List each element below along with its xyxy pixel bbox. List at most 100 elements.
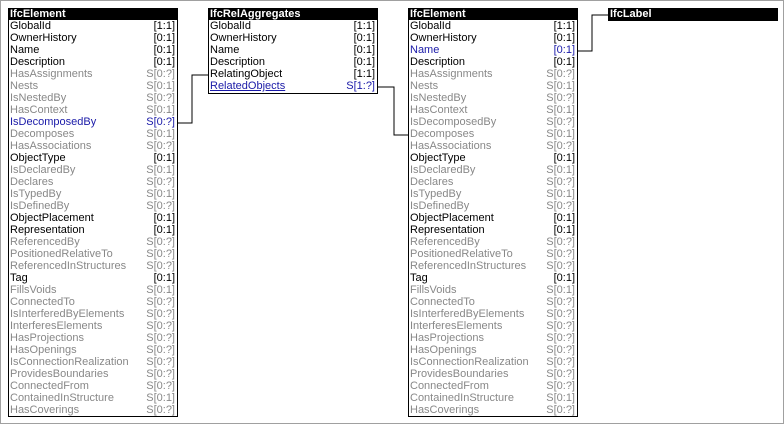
attribute-row-hasopenings[interactable]: HasOpenings S[0:?] — [409, 344, 577, 356]
attribute-row-interfereselements[interactable]: InterferesElements S[0:?] — [9, 320, 177, 332]
attribute-row-referencedinstructures[interactable]: ReferencedInStructures S[0:?] — [9, 260, 177, 272]
attribute-name: RelatingObject — [210, 68, 283, 80]
attribute-row-relatingobject[interactable]: RelatingObject [1:1] — [209, 68, 377, 80]
attribute-row-isdeclaredby[interactable]: IsDeclaredBy S[0:1] — [409, 164, 577, 176]
attribute-row-name[interactable]: Name [0:1] — [209, 44, 377, 56]
entity-title: IfcElement — [9, 9, 177, 20]
attribute-row-hasassignments[interactable]: HasAssignments S[0:?] — [9, 68, 177, 80]
attribute-row-hasprojections[interactable]: HasProjections S[0:?] — [409, 332, 577, 344]
attribute-row-globalid[interactable]: GlobalId [1:1] — [209, 20, 377, 32]
attribute-cardinality: S[0:?] — [146, 344, 175, 356]
attribute-row-providesboundaries[interactable]: ProvidesBoundaries S[0:?] — [9, 368, 177, 380]
attribute-cardinality: S[0:?] — [146, 296, 175, 308]
attribute-row-positionedrelativeto[interactable]: PositionedRelativeTo S[0:?] — [409, 248, 577, 260]
attribute-cardinality: S[0:?] — [546, 320, 575, 332]
attribute-row-interfereselements[interactable]: InterferesElements S[0:?] — [409, 320, 577, 332]
attribute-row-ownerhistory[interactable]: OwnerHistory [0:1] — [9, 32, 177, 44]
attribute-row-connectedfrom[interactable]: ConnectedFrom S[0:?] — [9, 380, 177, 392]
attribute-row-nests[interactable]: Nests S[0:1] — [409, 80, 577, 92]
attribute-name: HasProjections — [410, 332, 484, 344]
attribute-row-hasassignments[interactable]: HasAssignments S[0:?] — [409, 68, 577, 80]
attribute-row-isdefinedby[interactable]: IsDefinedBy S[0:?] — [9, 200, 177, 212]
entity-box-ifcelement-target[interactable]: IfcElement GlobalId [1:1] OwnerHistory [0:1… — [408, 8, 578, 417]
entity-box-ifcelement[interactable]: IfcElement GlobalId [1:1] OwnerHistory [0:1… — [8, 8, 178, 417]
attribute-cardinality: S[0:1] — [146, 80, 175, 92]
attribute-cardinality: [0:1] — [153, 152, 175, 164]
attribute-row-hasprojections[interactable]: HasProjections S[0:?] — [9, 332, 177, 344]
attribute-row-istypedby[interactable]: IsTypedBy S[0:1] — [409, 188, 577, 200]
attribute-row-declares[interactable]: Declares S[0:?] — [9, 176, 177, 188]
attribute-row-description[interactable]: Description [0:1] — [409, 56, 577, 68]
attribute-row-isdecomposedby[interactable]: IsDecomposedBy S[0:?] — [409, 116, 577, 128]
attribute-row-tag[interactable]: Tag [0:1] — [9, 272, 177, 284]
attribute-row-connectedto[interactable]: ConnectedTo S[0:?] — [9, 296, 177, 308]
attribute-row-globalid[interactable]: GlobalId [1:1] — [9, 20, 177, 32]
attribute-row-referencedinstructures[interactable]: ReferencedInStructures S[0:?] — [409, 260, 577, 272]
attribute-name: InterferesElements — [410, 320, 503, 332]
attribute-row-hascoverings[interactable]: HasCoverings S[0:?] — [9, 404, 177, 416]
attribute-name: ReferencedBy — [10, 236, 80, 248]
attribute-row-isnestedby[interactable]: IsNestedBy S[0:?] — [409, 92, 577, 104]
attribute-row-globalid[interactable]: GlobalId [1:1] — [409, 20, 577, 32]
attribute-row-isinterferedbyelements[interactable]: IsInterferedByElements S[0:?] — [409, 308, 577, 320]
attribute-row-hascoverings[interactable]: HasCoverings S[0:?] — [409, 404, 577, 416]
attribute-row-isdeclaredby[interactable]: IsDeclaredBy S[0:1] — [9, 164, 177, 176]
attribute-row-objectplacement[interactable]: ObjectPlacement [0:1] — [9, 212, 177, 224]
attribute-name: Name — [410, 44, 440, 56]
attribute-name: IsInterferedByElements — [10, 308, 125, 320]
attribute-cardinality: S[0:?] — [146, 236, 175, 248]
attribute-row-referencedby[interactable]: ReferencedBy S[0:?] — [9, 236, 177, 248]
attribute-row-fillsvoids[interactable]: FillsVoids S[0:1] — [9, 284, 177, 296]
attribute-row-hasopenings[interactable]: HasOpenings S[0:?] — [9, 344, 177, 356]
attribute-row-ownerhistory[interactable]: OwnerHistory [0:1] — [409, 32, 577, 44]
attribute-row-hascontext[interactable]: HasContext S[0:1] — [9, 104, 177, 116]
attribute-row-isnestedby[interactable]: IsNestedBy S[0:?] — [9, 92, 177, 104]
attribute-name: ConnectedTo — [10, 296, 75, 308]
attribute-cardinality: S[0:1] — [546, 188, 575, 200]
attribute-row-containedinstructure[interactable]: ContainedInStructure S[0:1] — [9, 392, 177, 404]
attribute-row-fillsvoids[interactable]: FillsVoids S[0:1] — [409, 284, 577, 296]
attribute-row-connectedfrom[interactable]: ConnectedFrom S[0:?] — [409, 380, 577, 392]
attribute-row-declares[interactable]: Declares S[0:?] — [409, 176, 577, 188]
attribute-name: Declares — [10, 176, 54, 188]
attribute-name: Representation — [10, 224, 85, 236]
attribute-row-hasassociations[interactable]: HasAssociations S[0:?] — [409, 140, 577, 152]
attribute-row-connectedto[interactable]: ConnectedTo S[0:?] — [409, 296, 577, 308]
attribute-row-isconnectionrealization[interactable]: IsConnectionRealization S[0:?] — [409, 356, 577, 368]
attribute-row-objecttype[interactable]: ObjectType [0:1] — [409, 152, 577, 164]
attribute-name: ConnectedTo — [410, 296, 475, 308]
attribute-row-description[interactable]: Description [0:1] — [9, 56, 177, 68]
attribute-row-nests[interactable]: Nests S[0:1] — [9, 80, 177, 92]
attribute-row-istypedby[interactable]: IsTypedBy S[0:1] — [9, 188, 177, 200]
attribute-row-hasassociations[interactable]: HasAssociations S[0:?] — [9, 140, 177, 152]
attribute-row-decomposes[interactable]: Decomposes S[0:1] — [409, 128, 577, 140]
attribute-row-ownerhistory[interactable]: OwnerHistory [0:1] — [209, 32, 377, 44]
attribute-row-providesboundaries[interactable]: ProvidesBoundaries S[0:?] — [409, 368, 577, 380]
attribute-row-isconnectionrealization[interactable]: IsConnectionRealization S[0:?] — [9, 356, 177, 368]
attribute-row-decomposes[interactable]: Decomposes S[0:1] — [9, 128, 177, 140]
attribute-cardinality: [0:1] — [153, 224, 175, 236]
attribute-row-tag[interactable]: Tag [0:1] — [409, 272, 577, 284]
attribute-name: ObjectPlacement — [10, 212, 94, 224]
attribute-row-isdefinedby[interactable]: IsDefinedBy S[0:?] — [409, 200, 577, 212]
entity-box-ifclabel[interactable]: IfcLabel — [608, 8, 778, 21]
attribute-list: GlobalId [1:1] OwnerHistory [0:1] Name [0:1] D… — [9, 20, 177, 416]
attribute-cardinality: [1:1] — [553, 20, 575, 32]
attribute-row-isdecomposedby[interactable]: IsDecomposedBy S[0:?] — [9, 116, 177, 128]
attribute-row-representation[interactable]: Representation [0:1] — [409, 224, 577, 236]
attribute-cardinality: [1:1] — [353, 68, 375, 80]
attribute-row-positionedrelativeto[interactable]: PositionedRelativeTo S[0:?] — [9, 248, 177, 260]
attribute-row-containedinstructure[interactable]: ContainedInStructure S[0:1] — [409, 392, 577, 404]
attribute-row-isinterferedbyelements[interactable]: IsInterferedByElements S[0:?] — [9, 308, 177, 320]
attribute-row-referencedby[interactable]: ReferencedBy S[0:?] — [409, 236, 577, 248]
attribute-row-name[interactable]: Name [0:1] — [409, 44, 577, 56]
entity-box-ifcrelaggregates[interactable]: IfcRelAggregates GlobalId [1:1] OwnerHisto… — [208, 8, 378, 94]
attribute-row-hascontext[interactable]: HasContext S[0:1] — [409, 104, 577, 116]
attribute-name: ReferencedInStructures — [410, 260, 527, 272]
attribute-row-objecttype[interactable]: ObjectType [0:1] — [9, 152, 177, 164]
attribute-row-relatedobjects[interactable]: RelatedObjects S[1:?] — [209, 80, 377, 92]
attribute-row-name[interactable]: Name [0:1] — [9, 44, 177, 56]
attribute-row-representation[interactable]: Representation [0:1] — [9, 224, 177, 236]
attribute-row-description[interactable]: Description [0:1] — [209, 56, 377, 68]
attribute-row-objectplacement[interactable]: ObjectPlacement [0:1] — [409, 212, 577, 224]
